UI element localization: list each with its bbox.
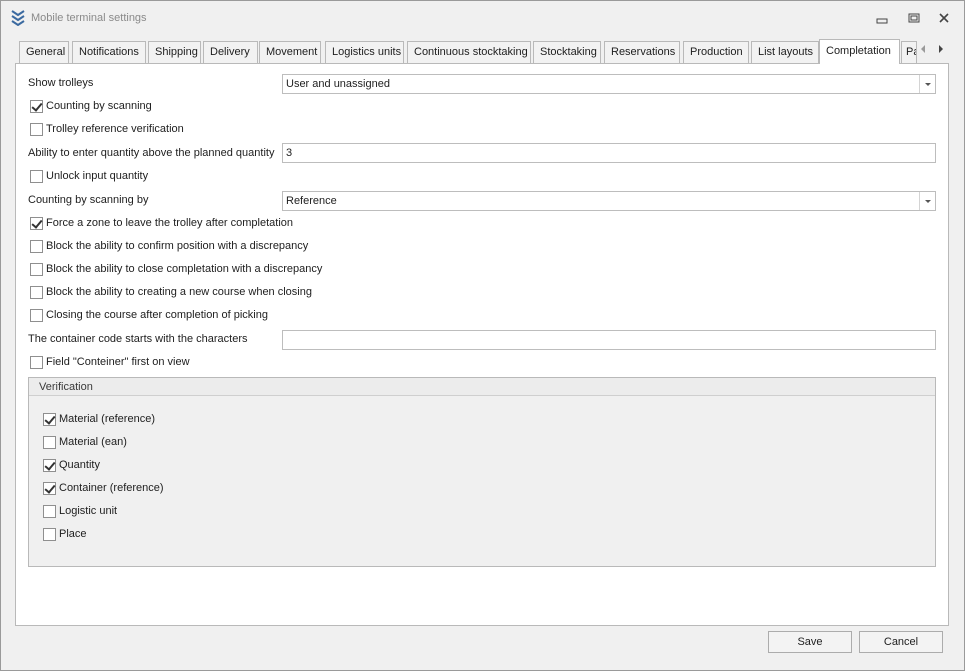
checkbox-box[interactable]	[30, 356, 43, 369]
quantity-above-planned-label: Ability to enter quantity above the plan…	[28, 147, 275, 159]
tab-continuous-stocktaking[interactable]: Continuous stocktaking	[407, 41, 531, 63]
tab-partial[interactable]: Pa	[901, 41, 917, 63]
checkbox-box[interactable]	[43, 505, 56, 518]
checkbox-box[interactable]	[30, 123, 43, 136]
checkbox-label: Force a zone to leave the trolley after …	[46, 217, 294, 229]
tab-movement[interactable]: Movement	[259, 41, 321, 63]
cancel-button[interactable]: Cancel	[859, 631, 943, 653]
checkbox-box[interactable]	[30, 309, 43, 322]
checkbox-label: Block the ability to close completation …	[46, 263, 323, 275]
checkbox-label: Quantity	[59, 459, 100, 471]
tab-scroll-left-icon[interactable]	[917, 42, 929, 56]
checkbox-box[interactable]	[30, 100, 43, 113]
chevrons-down-icon	[11, 10, 25, 26]
title-bar: Mobile terminal settings	[1, 1, 964, 35]
tab-scroll-right-icon[interactable]	[935, 42, 947, 56]
checkbox-label: Block the ability to confirm position wi…	[46, 240, 309, 252]
save-button[interactable]: Save	[768, 631, 852, 653]
show-trolleys-value: User and unassigned	[286, 78, 390, 90]
container-code-input[interactable]	[282, 330, 936, 350]
tab-shipping[interactable]: Shipping	[148, 41, 201, 63]
show-trolleys-select[interactable]: User and unassigned	[282, 74, 936, 94]
checkbox-label: Unlock input quantity	[46, 170, 149, 182]
chevron-down-icon[interactable]	[919, 192, 935, 210]
checkbox-label: Container (reference)	[59, 482, 164, 494]
verification-group-title: Verification	[39, 381, 93, 393]
tab-completation[interactable]: Completation	[819, 39, 900, 64]
checkbox-box[interactable]	[30, 240, 43, 253]
tab-reservations[interactable]: Reservations	[604, 41, 680, 63]
close-icon[interactable]	[937, 11, 951, 25]
tab-stocktaking[interactable]: Stocktaking	[533, 41, 601, 63]
checkbox-label: Counting by scanning	[46, 100, 152, 112]
checkbox-label: Field "Conteiner" first on view	[46, 356, 190, 368]
restore-icon[interactable]	[907, 11, 921, 25]
counting-by-scanning-by-select[interactable]: Reference	[282, 191, 936, 211]
verification-group-header: Verification	[29, 378, 935, 396]
checkbox-box[interactable]	[43, 528, 56, 541]
checkbox-label: Closing the course after completion of p…	[46, 309, 268, 321]
checkbox-box[interactable]	[43, 436, 56, 449]
checkbox-label: Material (reference)	[59, 413, 155, 425]
checkbox-box[interactable]	[30, 217, 43, 230]
minimize-icon[interactable]	[875, 11, 889, 25]
settings-window: Mobile terminal settings General Notific…	[0, 0, 965, 671]
show-trolleys-label: Show trolleys	[28, 77, 94, 89]
checkbox-label: Logistic unit	[59, 505, 118, 517]
tab-list-layouts[interactable]: List layouts	[751, 41, 819, 63]
tab-production[interactable]: Production	[683, 41, 749, 63]
checkbox-box[interactable]	[30, 286, 43, 299]
completation-panel: Show trolleys User and unassigned Counti…	[15, 63, 949, 626]
checkbox-label: Place	[59, 528, 87, 540]
tab-strip: General Notifications Shipping Delivery …	[19, 39, 949, 64]
tab-general[interactable]: General	[19, 41, 69, 63]
container-code-label: The container code starts with the chara…	[28, 333, 248, 345]
checkbox-label: Block the ability to creating a new cour…	[46, 286, 312, 298]
tab-delivery[interactable]: Delivery	[203, 41, 258, 63]
counting-by-scanning-by-label: Counting by scanning by	[28, 194, 149, 206]
window-title: Mobile terminal settings	[31, 12, 147, 24]
verification-group: Verification Material (reference) Materi…	[28, 377, 936, 567]
counting-by-scanning-by-value: Reference	[286, 195, 337, 207]
chevron-down-icon[interactable]	[919, 75, 935, 93]
checkbox-box[interactable]	[43, 482, 56, 495]
checkbox-box[interactable]	[30, 263, 43, 276]
checkbox-box[interactable]	[43, 459, 56, 472]
quantity-above-planned-input[interactable]: 3	[282, 143, 936, 163]
checkbox-box[interactable]	[30, 170, 43, 183]
checkbox-box[interactable]	[43, 413, 56, 426]
checkbox-label: Trolley reference verification	[46, 123, 184, 135]
tab-logistics-units[interactable]: Logistics units	[325, 41, 404, 63]
tab-notifications[interactable]: Notifications	[72, 41, 146, 63]
checkbox-label: Material (ean)	[59, 436, 127, 448]
